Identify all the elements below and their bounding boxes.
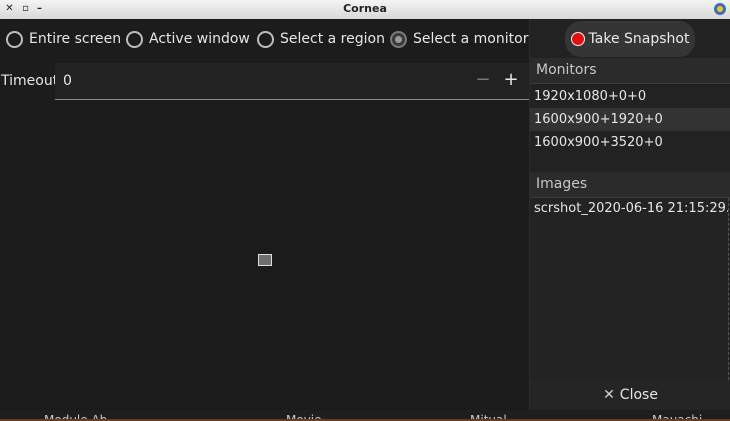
take-snapshot-button[interactable]: Take Snapshot bbox=[565, 21, 695, 57]
window-title: Cornea bbox=[343, 2, 387, 15]
timeout-value[interactable]: 0 bbox=[63, 73, 72, 89]
left-pane: Entire screen Active window Select a reg… bbox=[0, 19, 529, 410]
monitors-header-label: Monitors bbox=[536, 62, 597, 78]
images-list[interactable]: scrshot_2020-06-16 21:15:29.png bbox=[530, 198, 729, 380]
radio-circle-icon bbox=[257, 30, 274, 48]
snapshot-preview bbox=[0, 101, 529, 410]
radio-active-window[interactable]: Active window bbox=[126, 19, 250, 59]
radio-label: Select a monitor bbox=[413, 31, 529, 47]
radio-circle-icon bbox=[6, 30, 23, 48]
right-pane: Take Snapshot Monitors 1920x1080+0+0 160… bbox=[529, 19, 730, 410]
app-icon bbox=[714, 3, 726, 15]
bottom-panel: Module Ab Movie Mitual Mauachi bbox=[0, 410, 730, 421]
radio-label: Select a region bbox=[280, 31, 385, 47]
timeout-label: Timeout bbox=[1, 73, 59, 89]
list-item[interactable]: 1920x1080+0+0 bbox=[530, 85, 730, 108]
timeout-spinbutton[interactable]: 0 − + bbox=[55, 63, 529, 100]
images-header-label: Images bbox=[536, 176, 588, 192]
radio-circle-icon bbox=[126, 30, 143, 48]
close-button[interactable]: ✕ Close bbox=[530, 380, 730, 410]
monitors-header: Monitors bbox=[530, 58, 730, 84]
monitors-list: 1920x1080+0+0 1600x900+1920+0 1600x900+3… bbox=[530, 85, 730, 154]
list-item[interactable]: 1600x900+1920+0 bbox=[530, 108, 730, 131]
radio-select-region[interactable]: Select a region bbox=[257, 19, 385, 59]
close-icon: ✕ bbox=[603, 387, 615, 403]
radio-entire-screen[interactable]: Entire screen bbox=[6, 19, 121, 59]
radio-circle-icon bbox=[390, 30, 407, 48]
radio-label: Active window bbox=[149, 31, 250, 47]
decrement-button[interactable]: − bbox=[473, 69, 493, 91]
radio-label: Entire screen bbox=[29, 31, 122, 47]
list-item[interactable]: scrshot_2020-06-16 21:15:29.png bbox=[530, 198, 728, 220]
record-icon bbox=[570, 32, 585, 46]
timeout-row: Timeout 0 − + bbox=[0, 63, 529, 100]
images-header: Images bbox=[530, 172, 730, 198]
radio-select-monitor[interactable]: Select a monitor bbox=[390, 19, 528, 59]
title-bar: ✕ ▫ – Cornea bbox=[0, 0, 730, 20]
increment-button[interactable]: + bbox=[501, 69, 521, 91]
list-item[interactable]: 1600x900+3520+0 bbox=[530, 131, 730, 154]
close-label: Close bbox=[619, 387, 658, 403]
take-snapshot-label: Take Snapshot bbox=[588, 31, 690, 47]
image-icon bbox=[258, 254, 272, 266]
capture-mode-group: Entire screen Active window Select a reg… bbox=[0, 19, 529, 59]
